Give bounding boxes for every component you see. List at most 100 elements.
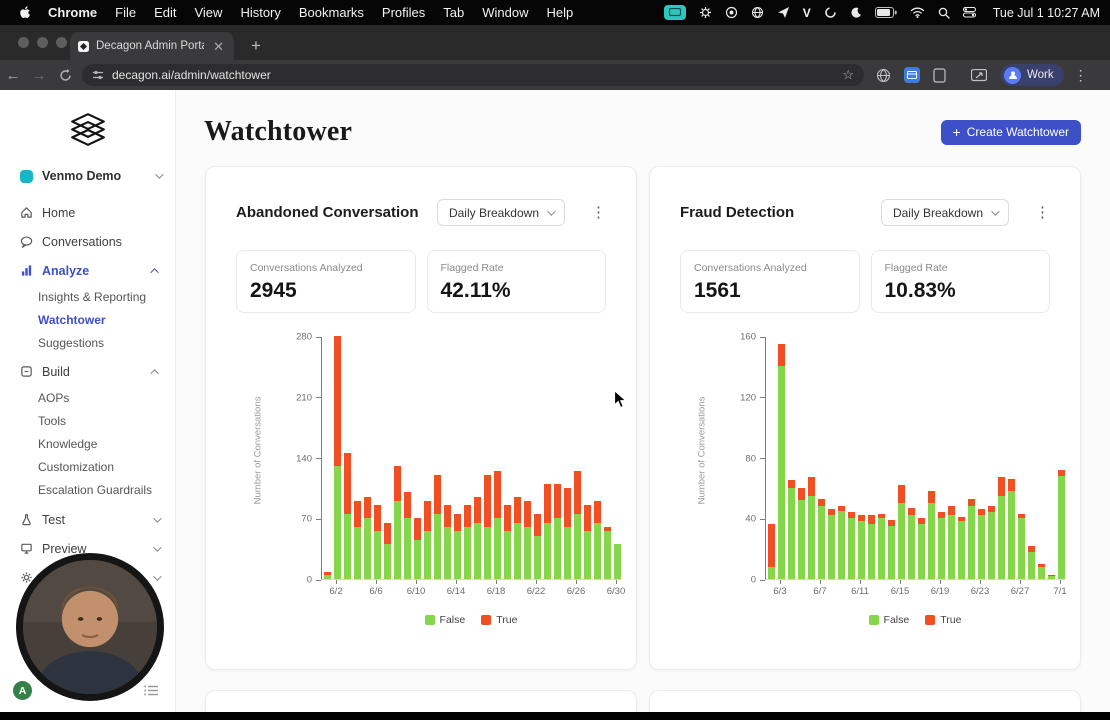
bar-6/18[interactable] [927,490,935,579]
apple-icon[interactable] [20,6,31,19]
sidebar-item-build[interactable]: Build [0,357,175,386]
menu-history[interactable]: History [231,5,289,20]
wifi-icon[interactable] [910,5,925,21]
bar-6/8[interactable] [393,466,401,579]
legend-true[interactable]: True [481,614,517,626]
bar-6/3[interactable] [343,453,351,579]
bar-6/2[interactable] [333,336,341,579]
create-watchtower-button[interactable]: + Create Watchtower [940,119,1081,145]
menu-help[interactable]: Help [538,5,583,20]
bar-6/26[interactable] [573,470,581,579]
globe-status-icon[interactable] [751,5,764,21]
bar-6/12[interactable] [867,515,875,579]
bar-6/16[interactable] [907,507,915,579]
bar-6/14[interactable] [453,513,461,579]
sidebar-item-home[interactable]: Home [0,198,175,227]
camera-status-icon[interactable] [725,5,738,21]
bar-6/11[interactable] [423,500,431,579]
menu-profiles[interactable]: Profiles [373,5,434,20]
bookmark-star-icon[interactable]: ☆ [842,67,854,83]
bar-6/4[interactable] [353,500,361,579]
sidebar-item-insights[interactable]: Insights & Reporting [0,285,175,308]
bar-6/29[interactable] [603,527,611,579]
spotlight-search-icon[interactable] [938,5,950,21]
window-close-button[interactable] [18,37,29,48]
menu-bookmarks[interactable]: Bookmarks [290,5,373,20]
breakdown-dropdown[interactable]: Daily Breakdown [436,199,565,226]
browser-menu-icon[interactable]: ⋮ [1074,67,1088,84]
menu-edit[interactable]: Edit [145,5,185,20]
bar-6/15[interactable] [897,484,905,579]
bar-6/10[interactable] [413,518,421,579]
bar-6/23[interactable] [977,509,985,579]
bar-6/17[interactable] [483,474,491,579]
extension-doc-icon[interactable] [933,67,946,83]
reload-button[interactable] [52,68,78,82]
sidebar-item-conversations[interactable]: Conversations [0,227,175,256]
bar-6/19[interactable] [937,512,945,579]
sidebar-item-escalation-guardrails[interactable]: Escalation Guardrails [0,478,175,501]
tab-close-icon[interactable]: ✕ [211,38,226,55]
bar-6/11[interactable] [857,515,865,579]
sidebar-item-watchtower[interactable]: Watchtower [0,308,175,331]
breakdown-dropdown[interactable]: Daily Breakdown [880,199,1009,226]
bar-6/2[interactable] [767,524,775,579]
bar-6/18[interactable] [493,470,501,579]
site-settings-icon[interactable] [92,69,104,81]
sidebar-item-knowledge[interactable]: Knowledge [0,432,175,455]
bar-6/24[interactable] [553,483,561,579]
bar-6/27[interactable] [1017,513,1025,579]
bar-6/13[interactable] [877,513,885,579]
menu-window[interactable]: Window [473,5,537,20]
menubar-clock[interactable]: Tue Jul 1 10:27 AM [993,6,1100,20]
bar-6/7[interactable] [383,522,391,579]
bar-6/30[interactable] [1047,574,1055,579]
bar-6/23[interactable] [543,483,551,579]
bar-7/1[interactable] [1057,469,1065,579]
bar-6/9[interactable] [837,506,845,579]
bar-6/9[interactable] [403,492,411,579]
paper-plane-icon[interactable] [777,5,790,21]
bar-6/14[interactable] [887,519,895,579]
bar-6/5[interactable] [363,496,371,579]
bar-6/6[interactable] [373,505,381,579]
extension-globe-icon[interactable] [876,68,891,83]
bar-6/12[interactable] [433,474,441,579]
cast-icon[interactable] [971,68,987,82]
legend-false[interactable]: False [424,614,465,626]
legend-false[interactable]: False [868,614,909,626]
sidebar-item-tools[interactable]: Tools [0,409,175,432]
window-minimize-button[interactable] [37,37,48,48]
bar-6/24[interactable] [987,506,995,579]
window-zoom-button[interactable] [56,37,67,48]
bar-6/17[interactable] [917,518,925,579]
sidebar-item-suggestions[interactable]: Suggestions [0,331,175,354]
bar-6/13[interactable] [443,505,451,579]
bar-6/3[interactable] [777,343,785,579]
v-app-icon[interactable]: V [803,5,811,21]
legend-true[interactable]: True [925,614,961,626]
bar-6/6[interactable] [807,477,815,579]
sidebar-item-customization[interactable]: Customization [0,455,175,478]
menu-chrome[interactable]: Chrome [39,5,106,20]
decagon-logo[interactable] [0,90,175,156]
card-menu-icon[interactable]: ⋮ [1035,205,1050,220]
sidebar-item-analyze[interactable]: Analyze [0,256,175,285]
forward-button[interactable]: → [26,67,52,84]
new-tab-button[interactable]: + [245,36,267,56]
bar-6/5[interactable] [797,487,805,579]
bar-6/29[interactable] [1037,563,1045,579]
address-bar[interactable]: decagon.ai/admin/watchtower ☆ [82,64,864,86]
extension-card-icon[interactable] [904,67,920,83]
bar-6/21[interactable] [957,516,965,579]
card-menu-icon[interactable]: ⋮ [591,205,606,220]
bar-6/25[interactable] [997,477,1005,579]
bar-6/28[interactable] [1027,545,1035,579]
url-text[interactable]: decagon.ai/admin/watchtower [112,68,834,82]
webcam-overlay[interactable] [16,553,164,701]
bar-6/28[interactable] [593,500,601,579]
bar-6/19[interactable] [503,505,511,579]
sidebar-item-aops[interactable]: AOPs [0,386,175,409]
bar-6/20[interactable] [947,506,955,579]
gear-status-icon[interactable] [699,5,712,21]
